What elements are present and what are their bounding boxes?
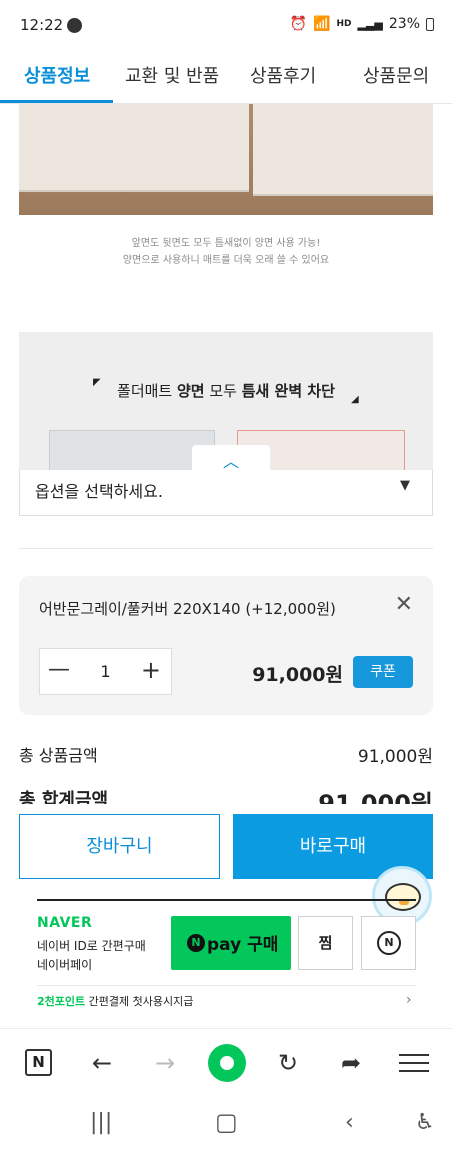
product-image xyxy=(19,104,433,215)
feature-image-left xyxy=(49,430,215,472)
grand-total-value: 91,000원 xyxy=(318,790,433,804)
chevron-up-icon: ︿ xyxy=(223,452,240,471)
option-select-placeholder: 옵션을 선택하세요. xyxy=(35,482,163,501)
selected-option-name: 어반문그레이/풀커버 220X140 (+12,000원) xyxy=(39,600,336,618)
menu-icon[interactable] xyxy=(399,1054,429,1072)
refresh-icon[interactable]: ↻ xyxy=(268,1045,308,1081)
naver-talk-button[interactable]: N xyxy=(361,916,416,970)
naverpay-desc-line1: 네이버 ID로 간편구매 xyxy=(37,939,146,953)
plus-button[interactable]: + xyxy=(141,656,161,684)
grand-total-row: 총 합계금액 91,000원 xyxy=(0,786,452,804)
tab-inquiry[interactable]: 상품문의 xyxy=(363,62,429,88)
tab-reviews[interactable]: 상품후기 xyxy=(250,62,316,88)
mat-panel-right xyxy=(253,104,433,196)
tab-exchange-return[interactable]: 교환 및 반품 xyxy=(125,62,219,88)
coupon-button[interactable]: 쿠폰 xyxy=(353,656,413,688)
divider xyxy=(37,985,416,986)
npay-buy-button[interactable]: N pay 구매 xyxy=(171,916,291,970)
accessibility-icon[interactable]: ♿ xyxy=(415,1110,435,1135)
corner-mark-icon: ◢ xyxy=(351,394,359,405)
naverpay-point-promo[interactable]: 2천포인트 간편결제 첫사용시지급 xyxy=(37,993,193,1009)
image-caption-line1: 앞면도 뒷면도 모두 틈새없이 양면 사용 가능! xyxy=(131,238,321,249)
mat-panel-left xyxy=(19,104,249,192)
dropdown-arrow-icon: ▼ xyxy=(400,478,410,493)
naver-home-icon[interactable]: N xyxy=(25,1049,52,1076)
grand-total-label: 총 합계금액 xyxy=(19,790,109,804)
product-tabs: 상품정보 교환 및 반품 상품후기 상품문의 xyxy=(0,50,452,104)
status-bar: 12:22 ⏰ 📶 HD ▂▃▅ 23% xyxy=(0,0,452,50)
status-time: 12:22 xyxy=(20,16,64,34)
browser-toolbar: N ← → ↻ ➦ xyxy=(0,1035,452,1091)
point-amount: 2천포인트 xyxy=(37,995,86,1008)
naverpay-top-border xyxy=(37,899,416,901)
tab-product-info[interactable]: 상품정보 xyxy=(24,62,90,88)
chevron-right-icon[interactable]: › xyxy=(406,992,412,1008)
naver-n-icon: N xyxy=(187,934,205,952)
status-icons: ⏰ 📶 HD ▂▃▅ 23% xyxy=(290,16,434,32)
chat-notification-icon xyxy=(67,18,82,33)
wishlist-button[interactable]: 찜 xyxy=(298,916,353,970)
point-text: 간편결제 첫사용시지급 xyxy=(85,995,194,1008)
naver-logo: NAVER xyxy=(37,915,93,931)
home-icon[interactable]: ▢ xyxy=(215,1108,238,1136)
alarm-icon: ⏰ xyxy=(289,16,308,32)
feature-title: 폴더매트 양면 모두 틈새 완벽 차단 xyxy=(117,382,335,400)
divider xyxy=(19,548,433,549)
forward-arrow-icon[interactable]: → xyxy=(145,1045,185,1081)
wifi-icon: 📶 xyxy=(313,16,331,32)
talk-bubble-icon: N xyxy=(377,931,401,955)
selected-option-card: 어반문그레이/풀커버 220X140 (+12,000원) ✕ — 1 + 91… xyxy=(19,576,433,715)
recent-apps-icon[interactable]: ||| xyxy=(90,1110,112,1135)
image-caption-line2: 양면으로 사용하니 매트를 더욱 오래 쓸 수 있어요 xyxy=(122,255,330,266)
mascot-icon xyxy=(385,883,421,911)
add-to-cart-button[interactable]: 장바구니 xyxy=(19,814,220,879)
divider xyxy=(0,1028,452,1029)
npay-buy-label: pay 구매 xyxy=(207,935,279,955)
naverpay-desc-line2: 네이버페이 xyxy=(37,958,93,972)
share-icon[interactable]: ➦ xyxy=(331,1045,371,1081)
close-icon[interactable]: ✕ xyxy=(395,592,413,617)
signal-icon: ▂▃▅ xyxy=(357,17,383,31)
collapse-panel-button[interactable]: ︿ xyxy=(192,445,270,473)
product-total-label: 총 상품금액 xyxy=(19,746,98,765)
hd-voice-badge: HD xyxy=(336,19,352,29)
greendot-icon[interactable] xyxy=(208,1044,246,1082)
battery-text: 23% xyxy=(388,16,420,32)
option-price: 91,000원 xyxy=(252,664,343,686)
option-select[interactable]: 옵션을 선택하세요. ▼ xyxy=(19,470,433,516)
active-tab-indicator xyxy=(0,100,113,103)
product-total-value: 91,000원 xyxy=(357,747,433,767)
quantity-stepper: — 1 + xyxy=(39,648,172,695)
system-navigation-bar: ||| ▢ ‹ ♿ xyxy=(0,1100,452,1158)
back-icon[interactable]: ‹ xyxy=(345,1110,354,1135)
back-arrow-icon[interactable]: ← xyxy=(82,1045,122,1081)
battery-icon xyxy=(426,17,434,31)
